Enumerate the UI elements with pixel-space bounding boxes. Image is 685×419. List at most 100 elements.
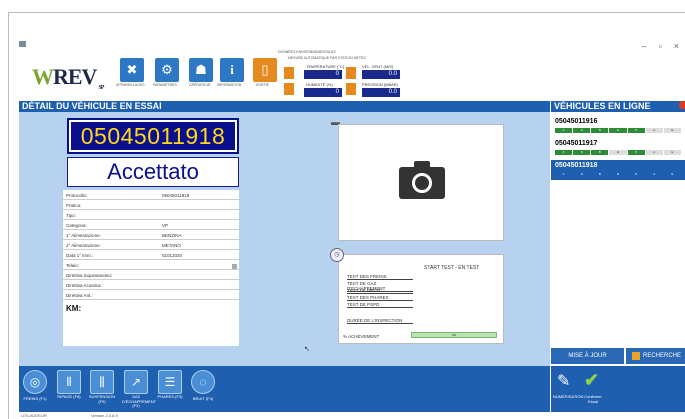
online-vehicle-item-selected[interactable]: 05045011918 FSBEPAE — [551, 160, 685, 180]
test-item: TEST DES PHARES — [347, 295, 413, 301]
pressure-label: PRESSION (MBAR) — [362, 82, 399, 87]
suspension-label: SUSPENSION (F9) — [88, 394, 116, 404]
completion-bar: 0% — [411, 332, 497, 338]
status-badge: Accettato — [67, 157, 239, 187]
mouse-cursor-icon: ↖ — [304, 346, 310, 353]
completion-label: % ACHÈVEMENT — [343, 334, 380, 339]
exit-door-icon: ▯ — [261, 62, 269, 77]
temperature-field: 0 — [304, 70, 342, 79]
alert-indicator — [679, 101, 685, 109]
tool-sortie-button[interactable]: ▯ — [253, 58, 277, 82]
test-progress-strip: FSBEPAE — [555, 128, 681, 133]
clock-icon: ◷ — [330, 248, 344, 262]
bruit-button[interactable]: ◌ — [191, 370, 215, 394]
ripage-button[interactable]: ⫴ — [57, 370, 81, 394]
gear-icon: ⚙ — [161, 62, 173, 77]
environment-subtitle: MESURE AUTOMATIQUE PAR STATION MÉTÉO — [288, 56, 367, 60]
info-row: 1° Alimentazione: BENZINA — [63, 230, 239, 240]
close-button[interactable]: × — [674, 41, 679, 51]
numerisation-label: NUMÉRISATION — [553, 394, 584, 399]
search-icon — [632, 352, 640, 360]
humidity-label: HUMIDITÉ (%) — [306, 82, 333, 87]
tool-parametres-label: PARAMÈTRES — [153, 83, 177, 87]
km-label: KM: — [66, 304, 82, 313]
update-button[interactable]: MISE À JOUR — [551, 348, 624, 364]
info-row: Data 1° imm.: 01012020 — [63, 250, 239, 260]
humidity-icon — [284, 83, 294, 95]
app-icon — [19, 41, 26, 47]
duration-label: DURÉE DE L'INSPECTION — [347, 318, 413, 324]
freins-label: FREINS (F1) — [23, 396, 47, 401]
info-row: Categoria: VP — [63, 220, 239, 230]
tool-appareillages-label: APPAREILLAGES — [116, 83, 145, 87]
info-row: Direttiva Inquinamento: — [63, 270, 239, 280]
info-row: Protocollo: 05045011918 — [63, 190, 239, 200]
minimize-button[interactable]: – — [642, 41, 647, 51]
humidity-field: 0 — [304, 88, 342, 97]
pressure-icon — [346, 83, 356, 95]
camera-lens-icon — [412, 173, 432, 193]
checkmark-icon[interactable]: ✔ — [584, 370, 599, 391]
sideslip-icon: ⫴ — [66, 375, 72, 389]
tool-operateur-label: OPÉRATEUR — [189, 83, 211, 87]
bruit-label: BRUIT (F4) — [192, 396, 214, 401]
wind-icon — [346, 67, 356, 79]
online-vehicle-item[interactable]: 05045011916 FSBEPAE — [551, 116, 685, 136]
gaz-button[interactable]: ↗ — [124, 370, 148, 394]
tool-operateur-button[interactable]: ☗ — [189, 58, 213, 82]
info-row: Pratica: — [63, 200, 239, 210]
info-row: 2° Alimentazione: METANO — [63, 240, 239, 250]
tool-parametres-button[interactable]: ⚙ — [155, 58, 179, 82]
freins-button[interactable]: ◎ — [23, 370, 47, 394]
test-item: TEST DE BRUIT — [347, 288, 413, 294]
info-row: Telaio: — [63, 260, 239, 270]
suspension-button[interactable]: ⫼ — [90, 370, 114, 394]
pen-icon[interactable]: ✎ — [557, 371, 573, 391]
phares-button[interactable]: ☰ — [158, 370, 182, 394]
status-version: Version 2.0.8.9 — [91, 413, 118, 418]
environment-title: DONNÉES ENVIRONNEMENTALES — [278, 50, 336, 54]
test-item: TEST DE PSPD — [347, 302, 413, 308]
tools-icon: ✖ — [126, 62, 138, 77]
test-progress-strip: FSBEPAE — [555, 150, 681, 155]
user-icon: ☗ — [195, 62, 207, 77]
vehicle-info-table: Protocollo: 05045011918 Pratica: Tipo: Ca… — [63, 190, 239, 346]
license-plate: 05045011918 — [67, 118, 239, 154]
status-bar: UTILISATEUR Version 2.0.8.9 — [19, 412, 685, 419]
maximize-button[interactable]: ▫ — [659, 41, 662, 51]
wind-label: VEL. VENT (M/S) — [362, 64, 394, 69]
tool-information-label: INFORMATION — [217, 83, 242, 87]
suspension-icon: ⫼ — [99, 375, 105, 389]
vehicle-photo[interactable] — [338, 124, 504, 241]
environment-panel: DONNÉES ENVIRONNEMENTALES MESURE AUTOMAT… — [278, 50, 406, 102]
window-controls: – ▫ × — [642, 41, 679, 51]
info-row: Direttiva Acustica: — [63, 280, 239, 290]
tool-appareillages-button[interactable]: ✖ — [120, 58, 144, 82]
tool-sortie-label: SORTIE — [256, 83, 269, 87]
info-icon: i — [230, 62, 234, 77]
tool-information-button[interactable]: i — [220, 58, 244, 82]
test-item: TEST DES FREINS — [347, 274, 413, 280]
expand-handle[interactable] — [232, 264, 237, 269]
pressure-field: 0.0 — [362, 88, 400, 97]
wrev-logo: WREV SP — [32, 64, 104, 92]
confirm-label: Confirmer Essai — [584, 394, 602, 404]
search-button[interactable]: RECHERCHE — [626, 348, 685, 364]
brake-disc-icon: ◎ — [29, 375, 41, 389]
wind-field: 0.0 — [362, 70, 400, 79]
online-vehicle-item[interactable]: 05045011917 FSBEPAE — [551, 138, 685, 158]
info-row: Direttiva Ant.: — [63, 290, 239, 300]
start-test-label: START TEST - EN TEST — [424, 265, 480, 271]
online-vehicles-header: VÉHICULES EN LIGNE — [551, 101, 685, 112]
status-user: UTILISATEUR — [21, 413, 47, 418]
exhaust-icon: ↗ — [130, 375, 142, 389]
temperature-label: TEMPÉRATURE (°C) — [306, 64, 345, 69]
ripage-label: RIPAGE (F8) — [57, 394, 81, 399]
test-progress-strip: FSBEPAE — [555, 172, 681, 177]
gaz-label: GAZ D'ÉCHAPPEMENT (F2) — [122, 394, 157, 408]
info-row: Tipo: — [63, 210, 239, 220]
vehicle-detail-header: DÉTAIL DU VÉHICULE EN ESSAI — [19, 101, 550, 112]
thermometer-icon — [284, 67, 294, 79]
noise-icon: ◌ — [199, 375, 207, 389]
headlight-icon: ☰ — [164, 375, 176, 389]
